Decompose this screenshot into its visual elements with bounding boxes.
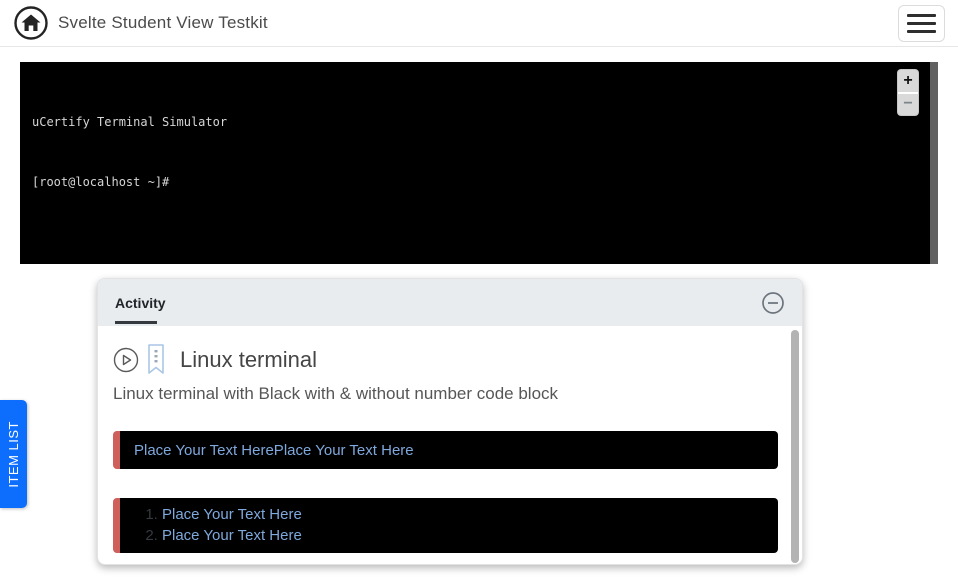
item-list-tab[interactable]: ITEM LIST <box>0 400 27 508</box>
activity-card-title: Activity <box>115 295 166 311</box>
list-item-link[interactable]: Place Your Text Here <box>162 527 302 544</box>
zoom-in-button[interactable]: + <box>898 70 918 94</box>
top-navbar: Svelte Student View Testkit <box>0 0 958 47</box>
home-button[interactable] <box>13 5 49 41</box>
hamburger-menu-icon <box>907 14 936 17</box>
code-block-plain: Place Your Text HerePlace Your Text Here <box>113 431 778 469</box>
bookmark-icon <box>147 344 165 375</box>
play-button[interactable] <box>113 347 139 373</box>
code-block-numbered: Place Your Text Here Place Your Text Her… <box>113 498 778 553</box>
activity-card: Activity L <box>97 278 803 565</box>
terminal-simulator[interactable]: uCertify Terminal Simulator [root@localh… <box>20 62 938 264</box>
collapse-button[interactable] <box>761 291 785 315</box>
play-icon <box>113 347 139 373</box>
list-item: Place Your Text Here <box>162 504 764 525</box>
list-item-link[interactable]: Place Your Text Here <box>162 506 302 523</box>
home-icon <box>13 5 49 41</box>
hamburger-menu-button[interactable] <box>898 5 945 42</box>
list-item: Place Your Text Here <box>162 525 764 546</box>
card-scrollbar[interactable] <box>791 330 799 563</box>
minus-circle-icon <box>761 291 785 315</box>
bookmark-button[interactable] <box>147 344 165 375</box>
terminal-scrollbar[interactable] <box>930 62 938 264</box>
item-list-tab-label: ITEM LIST <box>6 421 21 488</box>
code-block-link[interactable]: Place Your Text HerePlace Your Text Here <box>134 442 414 459</box>
activity-description: Linux terminal with Black with & without… <box>113 384 772 404</box>
app-title: Svelte Student View Testkit <box>58 13 268 33</box>
activity-title-row: Linux terminal <box>113 344 772 375</box>
numbered-list: Place Your Text Here Place Your Text Her… <box>120 504 764 546</box>
activity-card-body: Linux terminal Linux terminal with Black… <box>98 326 802 553</box>
zoom-out-button[interactable]: − <box>898 94 918 116</box>
terminal-zoom-control: + − <box>898 70 918 115</box>
terminal-prompt: [root@localhost ~]# <box>32 172 926 192</box>
activity-heading: Linux terminal <box>180 347 317 373</box>
activity-card-header: Activity <box>98 279 802 326</box>
terminal-banner: uCertify Terminal Simulator <box>32 112 926 132</box>
